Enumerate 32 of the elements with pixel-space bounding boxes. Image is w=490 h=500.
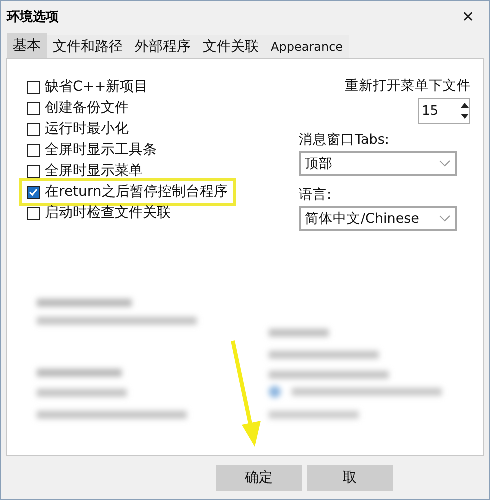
chevron-down-icon [439,215,451,222]
chevron-down-icon [439,160,451,167]
checkbox[interactable] [27,186,40,198]
ok-button[interactable]: 确定 [216,464,302,490]
option-label: 运行时最小化 [45,120,129,138]
tab[interactable]: Appearance [265,35,350,58]
reopen-label: 重新打开菜单下文件 [345,77,471,95]
option-label: 创建备份文件 [45,99,129,117]
checkbox[interactable] [27,80,40,94]
position-dropdown[interactable]: 顶部 [299,151,457,176]
language-dropdown[interactable]: 简体中文/Chinese [299,206,457,231]
cancel-button[interactable]: 取 [307,464,393,490]
checkbox[interactable] [27,122,40,136]
option-label: 缺省C++新项目 [45,78,148,96]
checkbox[interactable] [27,206,40,220]
close-button[interactable]: ✕ [462,8,475,26]
option-label: 启动时检查文件关联 [45,204,171,222]
checkbox[interactable] [27,164,40,178]
option-label: 全屏时显示工具条 [45,141,157,159]
spin-arrows-icon[interactable] [461,101,469,121]
tabs-label: 消息窗口Tabs: [299,131,390,149]
tab[interactable]: 外部程序 [129,35,197,58]
tab[interactable]: 基本 [7,33,47,58]
tab[interactable]: 文件和路径 [47,35,129,58]
number-spinner[interactable]: 15 [418,98,470,124]
window-title: 环境选项 [7,8,59,26]
option-label: 在return之后暂停控制台程序 [45,183,228,201]
language-label: 语言: [299,186,332,204]
checkbox[interactable] [27,144,40,156]
option-label: 全屏时显示菜单 [45,162,143,180]
checkbox[interactable] [27,102,40,114]
tab[interactable]: 文件关联 [197,35,265,58]
